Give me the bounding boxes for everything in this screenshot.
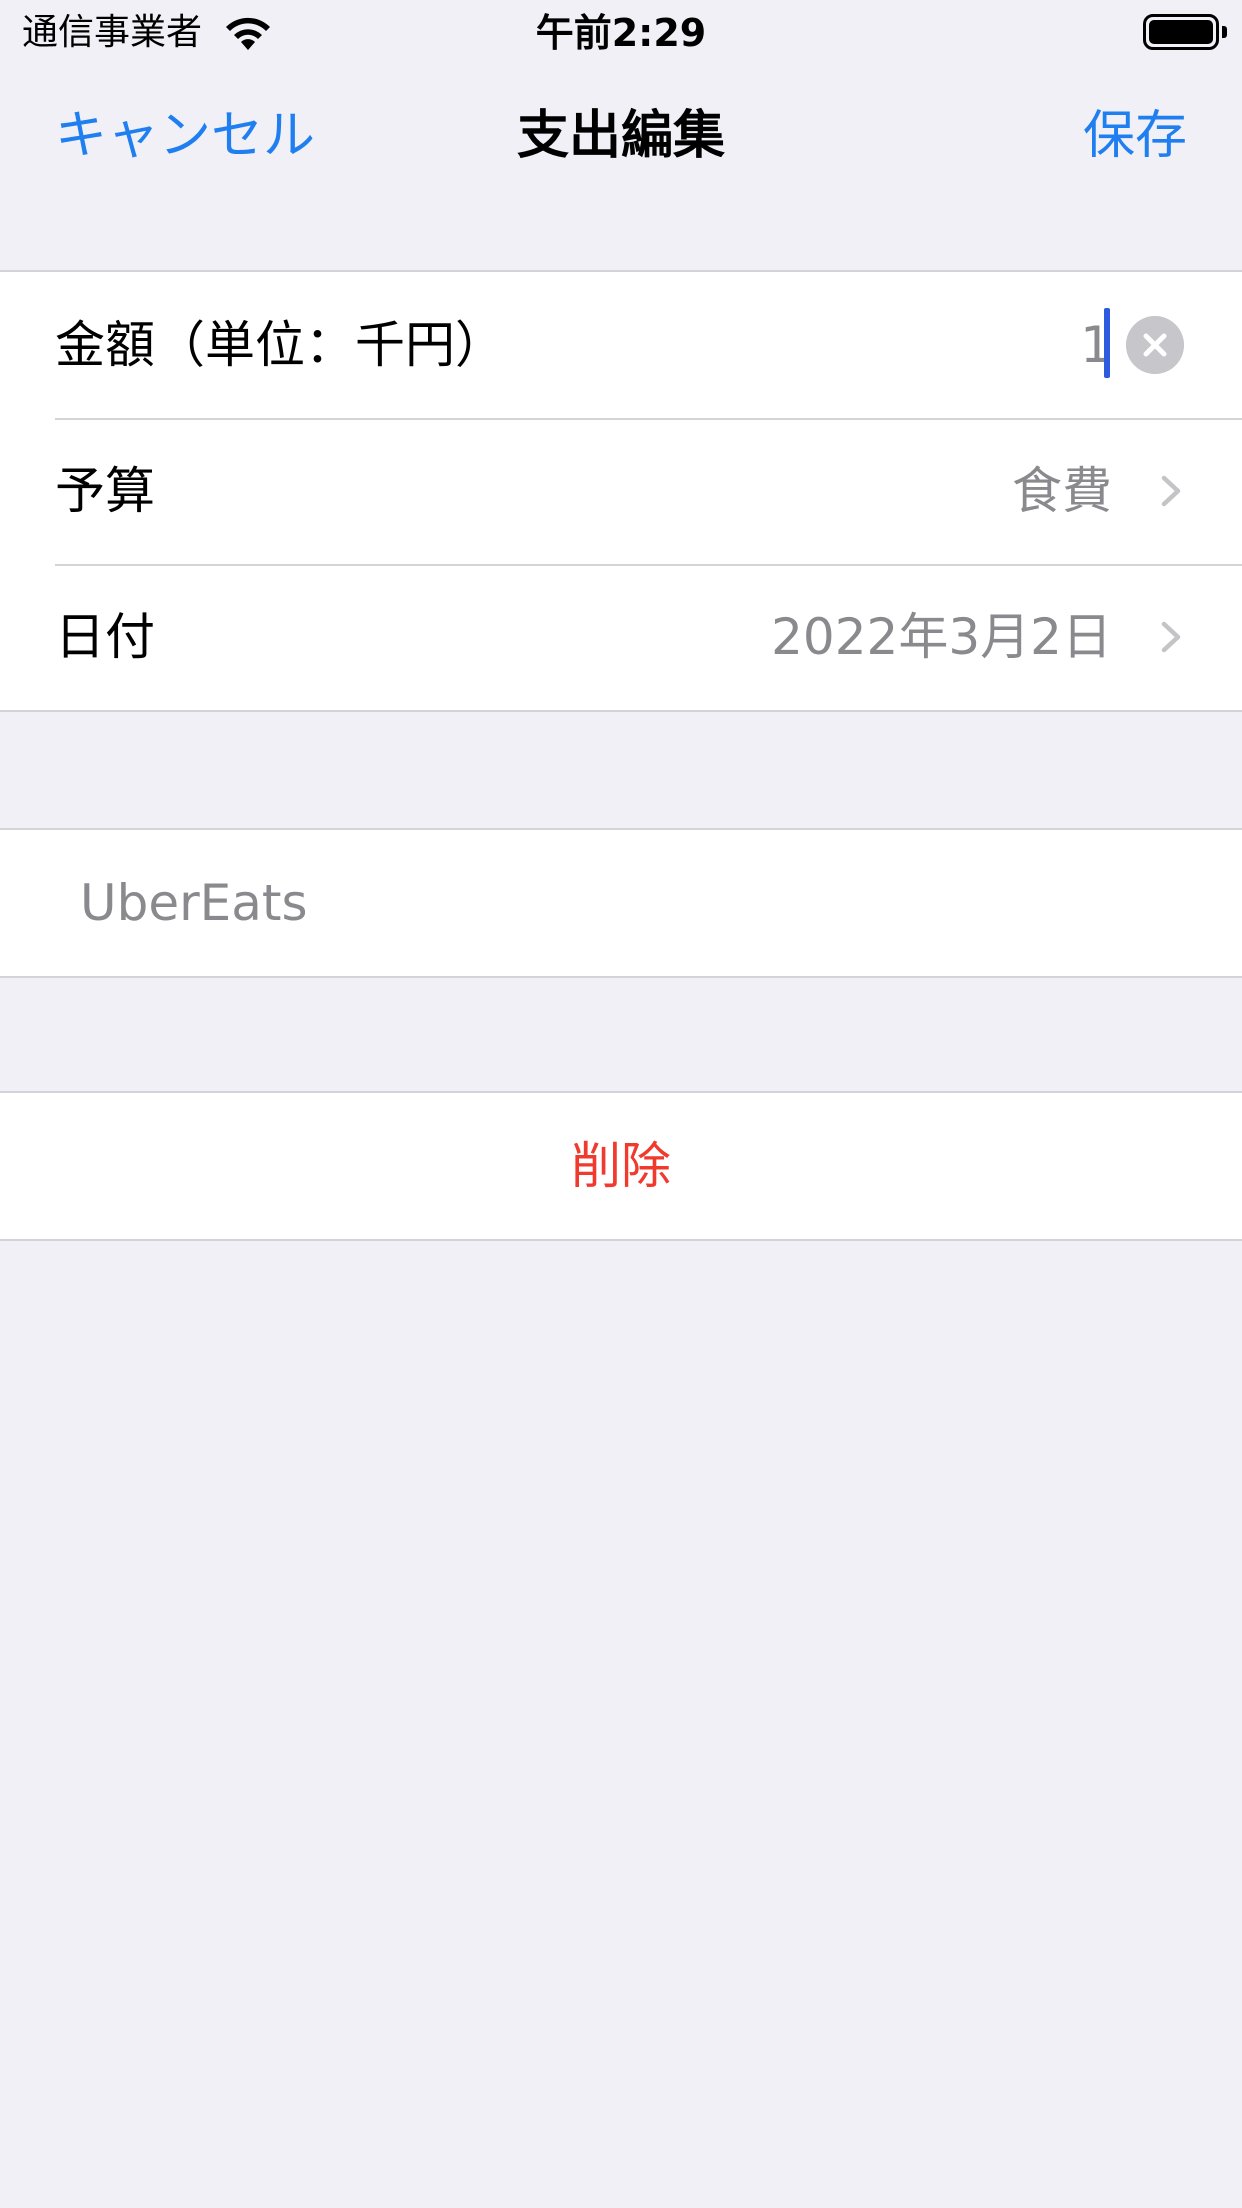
delete-button[interactable]: 削除 <box>0 1093 1242 1239</box>
chevron-right-icon <box>1161 621 1181 653</box>
date-value: 2022年3月2日 <box>771 608 1112 666</box>
battery-icon <box>1143 14 1219 50</box>
status-time: 午前2:29 <box>535 11 707 55</box>
navigation-bar: キャンセル 支出編集 保存 <box>0 66 1242 206</box>
amount-row[interactable]: 金額（単位：千円） 1 <box>0 272 1242 418</box>
date-row[interactable]: 日付 2022年3月2日 <box>0 564 1242 710</box>
clear-icon[interactable] <box>1126 316 1184 374</box>
date-label: 日付 <box>55 608 155 666</box>
memo-row[interactable]: UberEats <box>0 830 1242 976</box>
chevron-right-icon <box>1161 475 1181 507</box>
text-cursor <box>1104 308 1110 378</box>
battery-nub <box>1222 26 1227 38</box>
budget-label: 予算 <box>55 462 155 520</box>
save-button[interactable]: 保存 <box>1083 104 1187 168</box>
battery-level <box>1149 20 1213 44</box>
amount-label: 金額（単位：千円） <box>55 316 505 374</box>
delete-row[interactable]: 削除 <box>0 1093 1242 1239</box>
memo-input[interactable]: UberEats <box>80 830 308 976</box>
budget-row[interactable]: 予算 食費 <box>0 418 1242 564</box>
status-bar: 通信事業者 午前2:29 <box>0 0 1242 66</box>
memo-section: UberEats <box>0 828 1242 978</box>
expense-form-section: 金額（単位：千円） 1 予算 食費 日付 2022年3月2日 <box>0 270 1242 712</box>
delete-section: 削除 <box>0 1091 1242 1241</box>
page-title: 支出編集 <box>516 106 725 166</box>
budget-value: 食費 <box>1012 462 1112 520</box>
